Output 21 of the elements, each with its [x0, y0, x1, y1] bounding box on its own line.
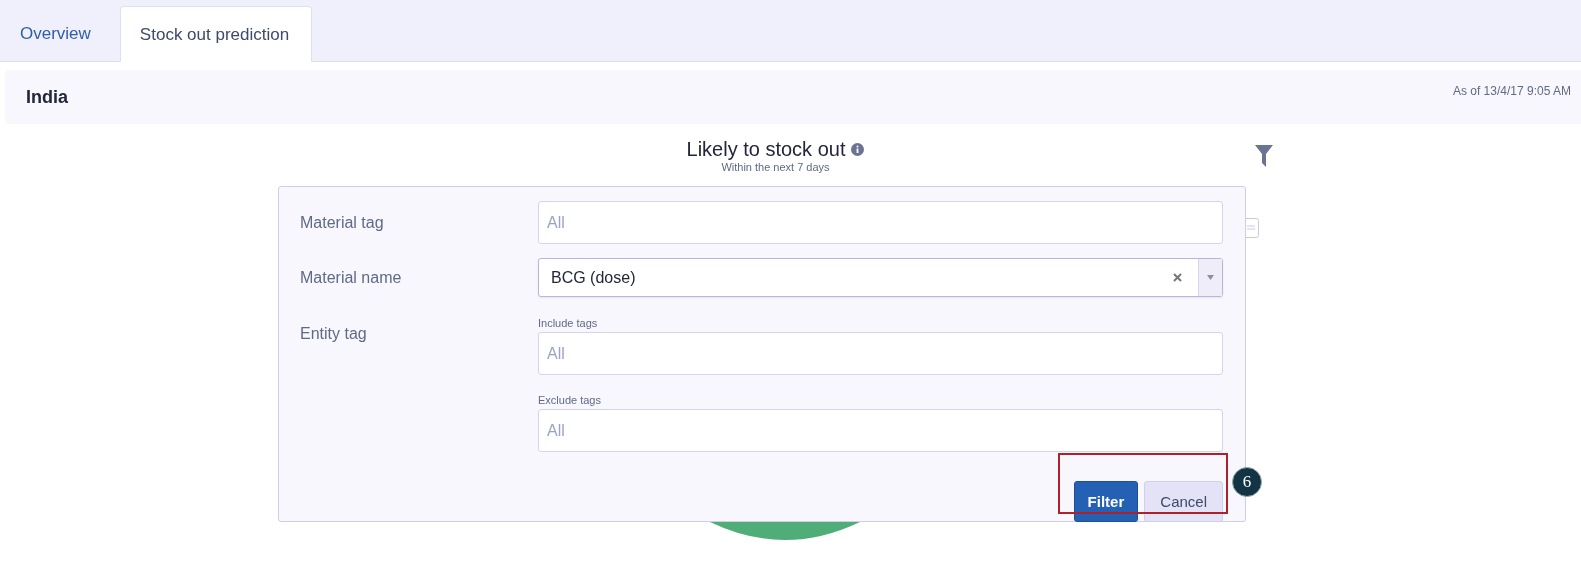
tab[interactable]: Stock out prediction [119, 6, 313, 62]
tab[interactable]: Overview [0, 6, 114, 61]
page-title: India [26, 86, 68, 108]
field-caption: Exclude tags [538, 394, 602, 406]
timestamp: As of 13/4/17 9:05 AM [1452, 84, 1571, 98]
input-field[interactable]: All [538, 409, 1223, 452]
input-field[interactable]: All [538, 332, 1223, 375]
chart-title: Likely to stock out [686, 138, 846, 161]
info-icon[interactable] [851, 143, 865, 156]
field-label: Entity tag [300, 325, 368, 343]
chart-subtitle: Within the next 7 days [721, 161, 830, 174]
filter-button[interactable]: Filter [1073, 481, 1139, 522]
field-label: Material tag [300, 213, 385, 232]
input-field[interactable]: All [538, 201, 1223, 244]
select-field[interactable]: BCG (dose) [538, 258, 1223, 297]
field-label: Material name [300, 268, 403, 287]
field-caption: Include tags [538, 317, 599, 329]
clear-icon[interactable] [1173, 273, 1182, 282]
filter-icon[interactable] [1255, 145, 1273, 167]
cancel-button[interactable]: Cancel [1144, 481, 1223, 522]
caret-icon[interactable] [1207, 275, 1214, 280]
